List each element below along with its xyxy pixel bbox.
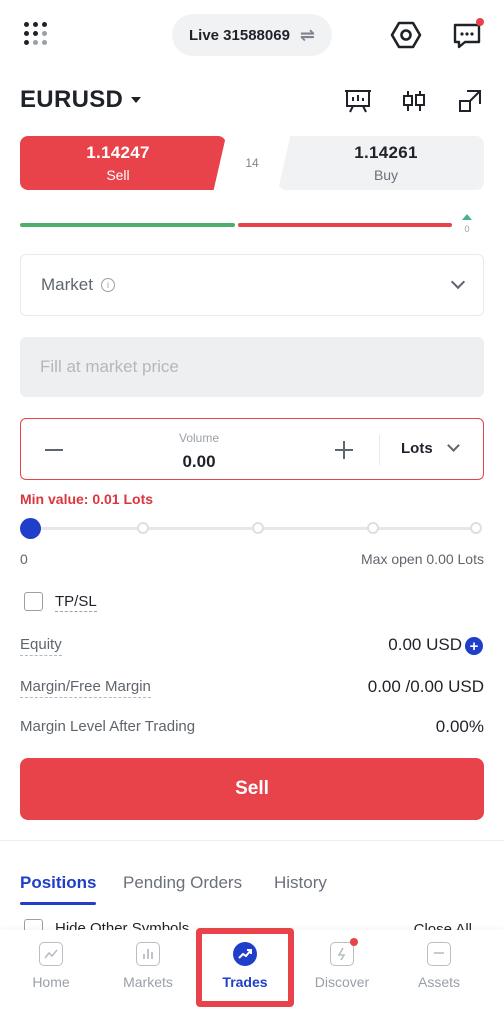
- slider-node[interactable]: [137, 522, 149, 534]
- margin-label[interactable]: Margin/Free Margin: [20, 678, 151, 698]
- sell-price-label: Sell: [106, 167, 130, 183]
- tab-pending-orders[interactable]: Pending Orders: [123, 873, 242, 893]
- swap-icon: ⇌: [299, 24, 315, 45]
- expand-window-icon[interactable]: [453, 84, 487, 118]
- deposit-plus-icon[interactable]: +: [465, 637, 483, 655]
- sell-submit-button[interactable]: Sell: [20, 758, 484, 820]
- slider-max-label: Max open 0.00 Lots: [361, 551, 484, 567]
- sell-price: 1.14247: [86, 143, 150, 162]
- active-tab-indicator: [20, 902, 96, 905]
- nav-discover[interactable]: Discover: [294, 930, 390, 1024]
- sell-sentiment-bar: [238, 223, 452, 227]
- volume-input[interactable]: 0.00: [161, 452, 237, 472]
- account-label: Live 31588069: [188, 26, 290, 44]
- margin-level-value: 0.00%: [435, 717, 484, 736]
- equity-label[interactable]: Equity: [20, 636, 62, 656]
- settings-hexagon-icon[interactable]: [389, 18, 423, 52]
- volume-error: Min value: 0.01 Lots: [20, 491, 154, 507]
- spread-value: 14: [245, 156, 259, 170]
- volume-caption: Volume: [178, 431, 220, 445]
- minus-icon[interactable]: [45, 449, 63, 451]
- nav-assets[interactable]: Assets: [391, 930, 487, 1024]
- candlestick-icon[interactable]: [397, 84, 431, 118]
- messages-icon[interactable]: [450, 18, 484, 52]
- tpsl-label[interactable]: TP/SL: [55, 593, 97, 612]
- slider-min-label: 0: [20, 551, 28, 567]
- nav-home[interactable]: Home: [3, 930, 99, 1024]
- app-menu-icon[interactable]: [24, 22, 48, 46]
- unit-select[interactable]: Lots: [401, 440, 433, 457]
- tab-history[interactable]: History: [274, 873, 327, 893]
- trades-highlight-frame: [196, 928, 294, 1007]
- margin-value: 0.00 /0.00 USD: [367, 677, 484, 696]
- tpsl-checkbox[interactable]: [24, 592, 43, 611]
- chevron-down-icon: [450, 274, 466, 290]
- price-input-disabled: Fill at market price: [20, 337, 484, 397]
- symbol-selector[interactable]: EURUSD: [20, 86, 142, 114]
- account-switcher[interactable]: Live 31588069 ⇌: [172, 14, 332, 56]
- order-type-label: Market: [41, 275, 93, 294]
- plus-icon-stem[interactable]: [343, 441, 345, 459]
- buy-price-label: Buy: [373, 167, 399, 183]
- home-chart-icon: [39, 942, 63, 966]
- divider: [379, 435, 380, 465]
- caret-down-icon: [131, 97, 142, 103]
- slider-node[interactable]: [252, 522, 264, 534]
- discover-notification-dot: [350, 938, 358, 946]
- buy-price: 1.14261: [354, 143, 418, 162]
- slider-node[interactable]: [470, 522, 482, 534]
- sentiment-value: 0: [464, 224, 470, 234]
- section-divider: [0, 840, 504, 841]
- nav-discover-label: Discover: [314, 974, 370, 990]
- volume-slider-knob[interactable]: [20, 518, 41, 539]
- margin-level-label: Margin Level After Trading: [20, 718, 196, 735]
- up-triangle-icon: [462, 214, 472, 220]
- volume-stepper[interactable]: Volume 0.00 Lots: [20, 418, 484, 480]
- slider-node[interactable]: [367, 522, 379, 534]
- buy-price-button[interactable]: 1.14261 Buy: [278, 136, 484, 190]
- symbol-name: EURUSD: [20, 86, 124, 113]
- nav-markets-label: Markets: [123, 974, 173, 990]
- sell-price-button[interactable]: 1.14247 Sell: [20, 136, 226, 190]
- equity-value: 0.00 USD: [388, 635, 462, 654]
- price-placeholder: Fill at market price: [40, 357, 179, 376]
- assets-wallet-icon: [427, 942, 451, 966]
- info-icon[interactable]: i: [100, 278, 115, 292]
- markets-bars-icon: [136, 942, 160, 966]
- notification-dot: [476, 18, 484, 26]
- order-type-select[interactable]: Market i: [20, 254, 484, 316]
- nav-assets-label: Assets: [417, 974, 460, 990]
- chart-presentation-icon[interactable]: [341, 84, 375, 118]
- discover-lightning-icon: [330, 938, 358, 966]
- tab-positions[interactable]: Positions: [20, 873, 97, 893]
- chevron-down-icon[interactable]: [447, 439, 460, 452]
- buy-sentiment-bar: [20, 223, 235, 227]
- nav-markets[interactable]: Markets: [100, 930, 196, 1024]
- nav-home-label: Home: [32, 974, 70, 990]
